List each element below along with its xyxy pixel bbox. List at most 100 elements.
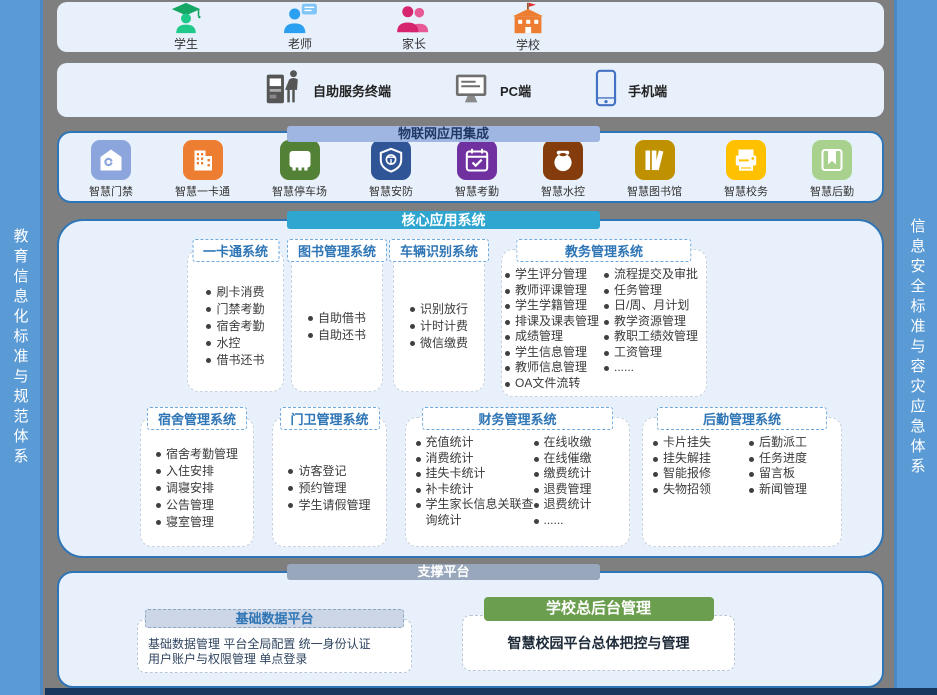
system-box: 财务管理系统充值统计消费统计挂失卡统计补卡统计学生家长信息关联查询统计在线收缴在… [405, 417, 630, 547]
bottom-navy-bar [45, 688, 937, 695]
feature-item: 教师评课管理 [505, 283, 604, 299]
system-box: 图书管理系统自助借书自助还书 [291, 249, 383, 392]
feature-item: 教师信息管理 [505, 360, 604, 376]
system-box-title: 车辆识别系统 [389, 239, 489, 262]
bullet-dot [416, 457, 421, 462]
core-section-title: 核心应用系统 [402, 212, 486, 228]
feature-label: 学生评分管理 [515, 267, 587, 283]
bullet-dot [288, 469, 293, 474]
feature-item: 预约管理 [288, 480, 370, 497]
bullet-dot [604, 335, 609, 340]
system-box-title: 教务管理系统 [516, 239, 691, 262]
feature-item: 失物招领 [653, 482, 735, 498]
feature-item: 调寝安排 [156, 480, 238, 497]
bullet-dot [604, 366, 609, 371]
bullet-dot [653, 457, 658, 462]
iot-app-label: 智慧水控 [541, 183, 585, 199]
terminal-label: PC端 [500, 81, 531, 100]
iot-app-label: 智慧停车场 [272, 183, 327, 199]
iot-app-label: 智慧考勤 [455, 183, 499, 199]
system-box-title: 一卡通系统 [192, 239, 279, 262]
system-box-features: 卡片挂失挂失解挂智能报修失物招领后勤派工任务进度留言板新闻管理 [643, 430, 841, 546]
terminal-label: 手机端 [628, 81, 667, 100]
feature-item: 入住安排 [156, 463, 238, 480]
feature-item: 充值统计 [416, 435, 534, 451]
terminal-item: 自助服务终端 [262, 67, 391, 114]
feature-label: 消费统计 [426, 451, 474, 467]
bullet-dot [505, 304, 510, 309]
feature-label: 门禁考勤 [216, 301, 264, 318]
iot-app-label: 智慧门禁 [89, 183, 133, 199]
feature-item: 门禁考勤 [206, 301, 264, 318]
phone-icon [593, 69, 619, 112]
bullet-dot [505, 382, 510, 387]
base-platform-title: 基础数据平台 [145, 609, 404, 628]
feature-item: 补卡统计 [416, 482, 534, 498]
bullet-dot [206, 290, 211, 295]
user-item: 学生 [149, 2, 223, 52]
iot-app-label: 智慧后勤 [810, 183, 854, 199]
bullet-dot [156, 503, 161, 508]
feature-label: 任务管理 [614, 283, 662, 299]
diagram-content: 学生 老师 家长 学校 自助服务终端 PC端 手机端 物联网应用集 [57, 0, 884, 688]
bullet-dot [534, 519, 539, 524]
system-box-title: 门卫管理系统 [279, 407, 379, 430]
system-box-features: 充值统计消费统计挂失卡统计补卡统计学生家长信息关联查询统计在线收缴在线催缴缴费统… [406, 430, 629, 546]
bullet-dot [604, 320, 609, 325]
feature-column: 刷卡消费门禁考勤宿舍考勤水控借书还书 [206, 284, 264, 369]
feature-label: 教师信息管理 [515, 360, 587, 376]
feature-label: 微信缴费 [420, 335, 468, 352]
bullet-dot [416, 472, 421, 477]
support-section-header: 支撑平台 [287, 564, 600, 580]
bullet-dot [156, 520, 161, 525]
feature-item: 宿舍考勤 [206, 318, 264, 335]
onecard-icon [183, 140, 223, 180]
system-box-title: 宿舍管理系统 [147, 407, 247, 430]
base-platform-line2: 用户账户与权限管理 单点登录 [148, 652, 411, 667]
feature-item: 在线收缴 [534, 435, 620, 451]
water-icon [543, 140, 583, 180]
feature-item: 学生学籍管理 [505, 298, 604, 314]
feature-item: 流程提交及审批 [604, 267, 703, 283]
iot-app-item: 智慧后勤 [810, 140, 854, 201]
feature-label: 卡片挂失 [663, 435, 711, 451]
admin-platform-title: 学校总后台管理 [484, 597, 714, 621]
bullet-dot [534, 441, 539, 446]
feature-label: ...... [544, 513, 564, 529]
iot-app-item: 智慧校务 [724, 140, 768, 201]
feature-label: 调寝安排 [166, 480, 214, 497]
bullet-dot [505, 320, 510, 325]
feature-label: 水控 [216, 335, 240, 352]
feature-label: 公告管理 [166, 497, 214, 514]
feature-label: 排课及课表管理 [515, 314, 599, 330]
iot-app-item: 智慧门禁 [89, 140, 133, 201]
bullet-dot [206, 307, 211, 312]
student-icon [168, 2, 204, 34]
feature-item: ...... [604, 360, 703, 376]
feature-item: 教学资源管理 [604, 314, 703, 330]
feature-item: 借书还书 [206, 352, 264, 369]
base-platform-line1: 基础数据管理 平台全局配置 统一身份认证 [148, 637, 411, 652]
iot-app-item: 智慧考勤 [455, 140, 499, 201]
feature-label: 寝室管理 [166, 514, 214, 531]
system-box: 车辆识别系统识别放行计时计费微信缴费 [393, 249, 485, 392]
feature-label: 补卡统计 [426, 482, 474, 498]
parking-icon [280, 140, 320, 180]
system-box: 一卡通系统刷卡消费门禁考勤宿舍考勤水控借书还书 [187, 249, 284, 392]
user-role-label: 老师 [288, 35, 312, 52]
feature-label: 缴费统计 [544, 466, 592, 482]
feature-item: 自助借书 [308, 310, 366, 327]
feature-label: 在线催缴 [544, 451, 592, 467]
right-security-sidebar: 信息安全标准与容灾应急体系 [894, 0, 937, 695]
bullet-dot [156, 452, 161, 457]
feature-item: 工资管理 [604, 345, 703, 361]
pc-icon [453, 71, 491, 110]
feature-item: 智能报修 [653, 466, 735, 482]
system-box-features: 学生评分管理教师评课管理学生学籍管理排课及课表管理成绩管理学生信息管理教师信息管… [502, 262, 706, 396]
system-box-features: 刷卡消费门禁考勤宿舍考勤水控借书还书 [188, 262, 283, 391]
right-sidebar-label: 信息安全标准与容灾应急体系 [907, 218, 928, 478]
feature-label: 宿舍考勤管理 [166, 446, 238, 463]
core-section-header: 核心应用系统 [287, 211, 600, 229]
user-roles-row: 学生 老师 家长 学校 [57, 2, 884, 52]
feature-item: 新闻管理 [749, 482, 831, 498]
